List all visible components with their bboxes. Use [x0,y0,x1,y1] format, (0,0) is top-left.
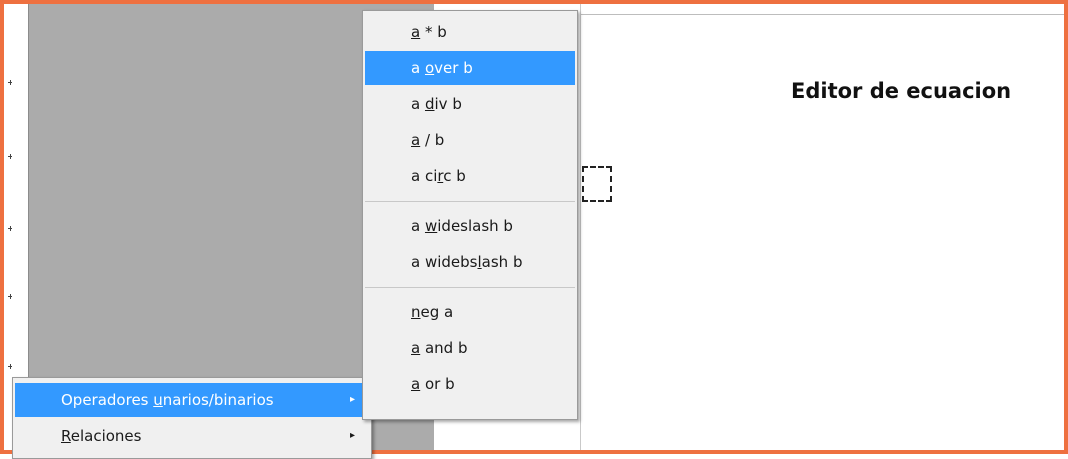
menu-item-text: a [411,217,425,235]
accelerator-key: u [153,391,163,409]
menu-item-text: c b [443,167,466,185]
operators-submenu: a * ba over ba div ba / ba circ ba wides… [362,10,578,420]
submenu-item[interactable]: a / b [365,123,575,157]
menu-item-text: a [411,59,425,77]
accelerator-key: R [61,427,71,445]
submenu-item[interactable]: a over b [365,51,575,85]
menu-item-text: or b [420,375,455,393]
ruler-tick [8,364,12,369]
menu-item-relations[interactable]: Relaciones ▸ [15,419,369,453]
menu-item-text: * b [420,23,447,41]
submenu-item[interactable]: a or b [365,367,575,401]
submenu-item[interactable]: neg a [365,295,575,329]
document-page[interactable]: Editor de ecuacion [581,14,1064,450]
ruler-tick [8,294,12,299]
accelerator-key: a [411,23,421,41]
menu-item-text: ver b [434,59,473,77]
menu-item-text: iv b [434,95,462,113]
submenu-item[interactable]: a circ b [365,159,575,193]
page-title: Editor de ecuacion [791,79,1012,103]
menu-item-text: elaciones [70,427,142,445]
insert-context-menu: Operadores unarios/binarios ▸ Relaciones ▸ [12,377,372,459]
menu-item-text: ideslash b [437,217,513,235]
submenu-item[interactable]: a div b [365,87,575,121]
submenu-item[interactable]: a * b [365,15,575,49]
ruler-tick [8,154,12,159]
menu-item-text: eg a [420,303,454,321]
accelerator-key: a [411,131,421,149]
menu-item-text: / b [420,131,445,149]
submenu-arrow-icon: ▸ [349,394,355,405]
accelerator-key: d [424,95,435,113]
menu-item-text: a widebs [411,253,478,271]
submenu-item[interactable]: a widebslash b [365,245,575,279]
accelerator-key: o [424,59,435,77]
menu-item-text: narios/binarios [162,391,274,409]
accelerator-key: a [411,375,421,393]
menu-item-unary-binary-operators[interactable]: Operadores unarios/binarios ▸ [15,383,369,417]
accelerator-key: w [424,217,438,235]
submenu-arrow-icon: ▸ [349,430,355,441]
formula-placeholder[interactable] [582,166,612,202]
menu-item-text: ash b [481,253,523,271]
menu-item-text: and b [420,339,468,357]
menu-item-text: Operadores [61,391,154,409]
ruler-tick [8,80,12,85]
ruler-tick [8,226,12,231]
submenu-item[interactable]: a wideslash b [365,209,575,243]
menu-separator [365,201,575,202]
accelerator-key: a [411,339,421,357]
menu-item-text: a [411,95,425,113]
menu-separator [365,287,575,288]
accelerator-key: n [411,303,421,321]
menu-item-text: a ci [411,167,438,185]
submenu-item[interactable]: a and b [365,331,575,365]
